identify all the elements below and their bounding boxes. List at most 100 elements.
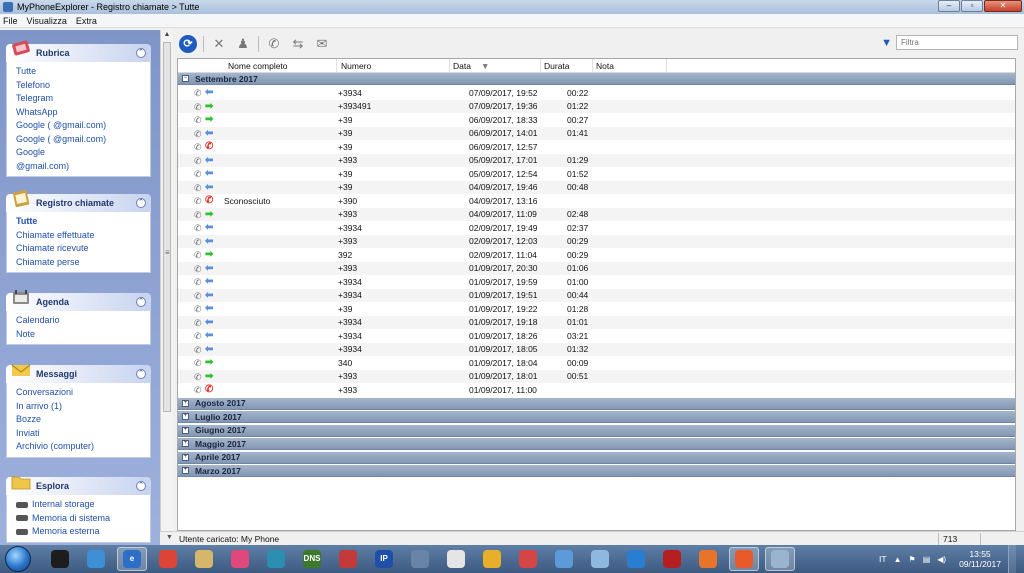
column-separator[interactable] bbox=[666, 59, 667, 72]
sort-descending-icon[interactable]: ▼ bbox=[481, 61, 489, 71]
table-row[interactable]: ✆ ⬅ +3934 07/09/2017, 19:52 00:22 bbox=[178, 86, 1015, 100]
menu-file[interactable]: File bbox=[3, 16, 18, 26]
expand-group-icon[interactable]: + bbox=[182, 440, 189, 447]
expand-group-icon[interactable]: + bbox=[182, 413, 189, 420]
esplora-item-internal-storage[interactable]: Internal storage bbox=[16, 498, 141, 512]
agenda-item-calendario[interactable]: Calendario bbox=[16, 314, 141, 328]
filter-input[interactable] bbox=[896, 35, 1018, 50]
group-header-collapsed[interactable]: + Giugno 2017 bbox=[178, 424, 1015, 437]
table-row[interactable]: ✆ ✆ +393 01/09/2017, 11:00 bbox=[178, 383, 1015, 397]
expand-group-icon[interactable]: + bbox=[182, 453, 189, 461]
volume-icon[interactable]: ◀) bbox=[937, 555, 946, 564]
message-icon[interactable]: ✉ bbox=[313, 35, 331, 53]
call-icon[interactable]: ✆ bbox=[265, 35, 283, 53]
column-numero[interactable]: Numero bbox=[341, 61, 371, 71]
table-row[interactable]: ✆ ⬅ +39 01/09/2017, 19:22 01:28 bbox=[178, 302, 1015, 316]
registro-item-perse[interactable]: Chiamate perse bbox=[16, 256, 141, 270]
expand-group-icon[interactable]: + bbox=[182, 399, 189, 407]
scroll-thumb[interactable] bbox=[163, 42, 171, 412]
table-row[interactable]: ✆ ⬅ +39 06/09/2017, 14:01 01:41 bbox=[178, 126, 1015, 140]
language-indicator[interactable]: IT bbox=[879, 554, 887, 564]
collapse-icon[interactable]: ⌃ bbox=[136, 481, 146, 491]
expand-group-icon[interactable]: + bbox=[182, 426, 189, 434]
menu-visualizza[interactable]: Visualizza bbox=[27, 16, 67, 26]
collapse-icon[interactable]: ⌃ bbox=[136, 297, 146, 307]
rubrica-item-telegram[interactable]: Telegram bbox=[16, 92, 141, 106]
esplora-item-memoria-sistema[interactable]: Memoria di sistema bbox=[16, 512, 141, 526]
table-row[interactable]: ✆ ⬅ +3934 01/09/2017, 19:51 00:44 bbox=[178, 288, 1015, 302]
add-contact-icon[interactable]: ♟ bbox=[234, 35, 252, 53]
status-dropdown-icon[interactable]: ▼ bbox=[166, 534, 173, 541]
rubrica-item-google-3[interactable]: Google bbox=[16, 146, 141, 160]
table-row[interactable]: ✆ ➡ +393 01/09/2017, 18:01 00:51 bbox=[178, 369, 1015, 383]
table-row[interactable]: ✆ ⬅ +39 04/09/2017, 19:46 00:48 bbox=[178, 180, 1015, 194]
delete-icon[interactable]: ✕ bbox=[210, 35, 228, 53]
taskbar-app-icon[interactable] bbox=[621, 547, 651, 571]
close-button[interactable]: ✕ bbox=[984, 0, 1022, 12]
taskbar-app-icon[interactable] bbox=[585, 547, 615, 571]
messaggi-item-archivio[interactable]: Archivio (computer) bbox=[16, 440, 141, 454]
clock[interactable]: 13:55 09/11/2017 bbox=[959, 549, 1001, 569]
table-row[interactable]: ✆ ⬅ +393 02/09/2017, 12:03 00:29 bbox=[178, 234, 1015, 248]
taskbar-app-icon[interactable]: e bbox=[117, 547, 147, 571]
collapse-group-icon[interactable]: − bbox=[182, 75, 189, 82]
column-separator[interactable] bbox=[540, 59, 541, 72]
group-header-settembre[interactable]: − Settembre 2017 bbox=[178, 73, 1015, 85]
menu-extra[interactable]: Extra bbox=[76, 16, 97, 26]
group-header-collapsed[interactable]: + Marzo 2017 bbox=[178, 465, 1015, 477]
group-header-collapsed[interactable]: + Luglio 2017 bbox=[178, 411, 1015, 423]
taskbar-app-icon[interactable] bbox=[333, 547, 363, 571]
taskbar-app-icon[interactable] bbox=[693, 547, 723, 571]
minimize-button[interactable]: – bbox=[938, 0, 960, 12]
column-durata[interactable]: Durata bbox=[544, 61, 570, 71]
table-row[interactable]: ✆ ➡ +393491 07/09/2017, 19:36 01:22 bbox=[178, 99, 1015, 113]
table-row[interactable]: ✆ ⬅ +39 05/09/2017, 12:54 01:52 bbox=[178, 167, 1015, 181]
table-row[interactable]: ✆ ⬅ +3934 01/09/2017, 19:18 01:01 bbox=[178, 315, 1015, 329]
taskbar-app-icon[interactable] bbox=[261, 547, 291, 571]
sync-icon[interactable]: ⇆ bbox=[289, 35, 307, 53]
taskbar-app-icon[interactable] bbox=[477, 547, 507, 571]
table-row[interactable]: ✆ ✆ +39 06/09/2017, 12:57 bbox=[178, 140, 1015, 154]
taskbar-app-icon[interactable] bbox=[189, 547, 219, 571]
table-row[interactable]: ✆ ⬅ +393 05/09/2017, 17:01 01:29 bbox=[178, 153, 1015, 167]
rubrica-item-telefono[interactable]: Telefono bbox=[16, 79, 141, 93]
action-center-icon[interactable]: ⚑ bbox=[909, 555, 916, 564]
registro-item-effettuate[interactable]: Chiamate effettuate bbox=[16, 229, 141, 243]
registro-header[interactable]: Registro chiamate ⌃ bbox=[6, 189, 151, 212]
messaggi-item-inviati[interactable]: Inviati bbox=[16, 427, 141, 441]
column-nota[interactable]: Nota bbox=[596, 61, 614, 71]
taskbar-app-icon[interactable] bbox=[441, 547, 471, 571]
table-row[interactable]: ✆ ➡ 392 02/09/2017, 11:04 00:29 bbox=[178, 248, 1015, 262]
grid-scrollbar[interactable] bbox=[1016, 58, 1024, 531]
collapse-icon[interactable]: ⌃ bbox=[136, 198, 146, 208]
table-row[interactable]: ✆ ⬅ +3934 01/09/2017, 19:59 01:00 bbox=[178, 275, 1015, 289]
taskbar-app-icon[interactable] bbox=[81, 547, 111, 571]
taskbar-app-icon[interactable] bbox=[45, 547, 75, 571]
esplora-item-memoria-esterna[interactable]: Memoria esterna bbox=[16, 525, 141, 539]
taskbar-app-icon[interactable] bbox=[225, 547, 255, 571]
rubrica-item-whatsapp[interactable]: WhatsApp bbox=[16, 106, 141, 120]
table-row[interactable]: ✆ ✆ Sconosciuto +390 04/09/2017, 13:16 bbox=[178, 194, 1015, 208]
column-separator[interactable] bbox=[592, 59, 593, 72]
taskbar-app-icon[interactable] bbox=[729, 547, 759, 571]
column-separator[interactable] bbox=[336, 59, 337, 72]
rubrica-item-tutte[interactable]: Tutte bbox=[16, 65, 141, 79]
agenda-item-note[interactable]: Note bbox=[16, 328, 141, 342]
group-header-collapsed[interactable]: + Agosto 2017 bbox=[178, 397, 1015, 410]
tray-expand-icon[interactable]: ▲ bbox=[894, 555, 902, 564]
rubrica-item-google-3-account[interactable]: @gmail.com) bbox=[16, 160, 141, 174]
column-separator[interactable] bbox=[449, 59, 450, 72]
start-button[interactable] bbox=[5, 546, 31, 572]
messaggi-item-in-arrivo[interactable]: In arrivo (1) bbox=[16, 400, 141, 414]
splitter-grip-icon[interactable]: ≡ bbox=[165, 248, 170, 257]
collapse-icon[interactable]: ⌃ bbox=[136, 48, 146, 58]
collapse-icon[interactable]: ⌃ bbox=[136, 369, 146, 379]
table-row[interactable]: ✆ ➡ +393 04/09/2017, 11:09 02:48 bbox=[178, 207, 1015, 221]
taskbar-app-icon[interactable] bbox=[549, 547, 579, 571]
refresh-icon[interactable]: ⟳ bbox=[179, 34, 197, 53]
group-header-collapsed[interactable]: + Aprile 2017 bbox=[178, 451, 1015, 464]
messaggi-item-conversazioni[interactable]: Conversazioni bbox=[16, 386, 141, 400]
scroll-up-icon[interactable]: ▲ bbox=[163, 31, 171, 39]
registro-item-tutte[interactable]: Tutte bbox=[16, 215, 141, 229]
table-row[interactable]: ✆ ➡ 340 01/09/2017, 18:04 00:09 bbox=[178, 356, 1015, 370]
